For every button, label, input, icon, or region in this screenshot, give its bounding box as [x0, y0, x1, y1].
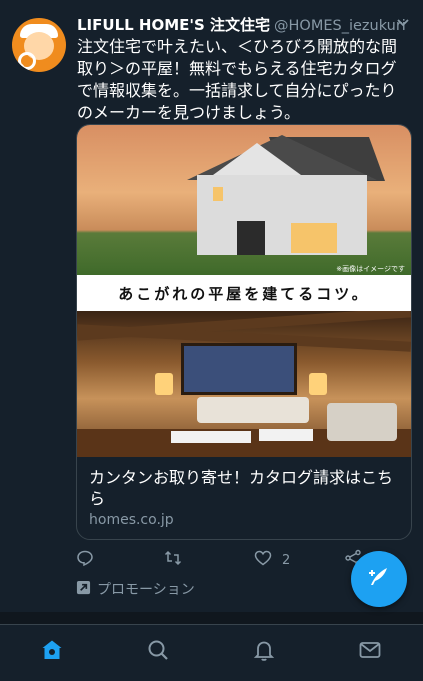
- tweet-header: LIFULL HOME'S 注文住宅 @HOMES_iezukuri: [77, 14, 407, 36]
- bell-icon: [252, 638, 276, 666]
- compose-feather-icon: [366, 564, 392, 594]
- tab-search[interactable]: [145, 639, 171, 665]
- promotion-text: プロモーション: [97, 582, 195, 598]
- house-window: [213, 187, 223, 201]
- card-title[interactable]: カンタンお取り寄せ！カタログ請求はこちら: [89, 467, 401, 509]
- mail-icon: [358, 638, 382, 666]
- tweet[interactable]: LIFULL HOME'S 注文住宅 @HOMES_iezukuri 注文住宅で叶…: [0, 0, 423, 612]
- home-icon: [40, 638, 64, 666]
- timeline-divider: [0, 612, 423, 624]
- bottom-tab-bar: [0, 624, 423, 681]
- tab-home[interactable]: [39, 639, 65, 665]
- reply-button[interactable]: [76, 548, 94, 572]
- link-card[interactable]: ※画像はイメージです あこがれの平屋を建てるコツ。 カンタンお取り寄せ！カタログ…: [76, 124, 412, 540]
- interior-window: [181, 343, 297, 395]
- search-icon: [146, 638, 170, 666]
- retweet-button[interactable]: [164, 548, 182, 572]
- reply-icon: [76, 549, 94, 571]
- compose-tweet-button[interactable]: [351, 551, 407, 607]
- retweet-icon: [164, 549, 182, 571]
- sofa: [327, 403, 397, 441]
- lamp: [155, 373, 173, 395]
- heart-icon: [254, 549, 272, 571]
- like-count: 2: [282, 552, 291, 568]
- author-handle[interactable]: @HOMES_iezukuri: [274, 18, 406, 34]
- house-window: [291, 223, 337, 253]
- avatar[interactable]: [12, 18, 66, 72]
- promoted-label: プロモーション: [76, 578, 195, 600]
- image-caption: ※画像はイメージです: [336, 265, 405, 273]
- tweet-text: 注文住宅で叶えたい、＜ひろびろ開放的な間取り＞の平屋！無料でもらえる住宅カタログ…: [77, 37, 398, 122]
- like-button[interactable]: 2: [254, 548, 290, 572]
- sofa: [197, 397, 309, 423]
- tab-messages[interactable]: [357, 639, 383, 665]
- house-interior-image: [77, 311, 411, 457]
- author-name[interactable]: LIFULL HOME'S 注文住宅: [77, 16, 270, 34]
- coffee-table: [259, 429, 313, 441]
- coffee-table: [171, 431, 251, 443]
- promoted-arrow-icon: [76, 580, 91, 599]
- card-image[interactable]: ※画像はイメージです あこがれの平屋を建てるコツ。: [77, 125, 411, 457]
- card-domain[interactable]: homes.co.jp: [89, 512, 174, 528]
- chevron-down-icon[interactable]: [395, 14, 411, 30]
- tweet-actions: 2: [76, 548, 376, 572]
- house-exterior-image: ※画像はイメージです: [77, 125, 411, 275]
- tab-notifications[interactable]: [251, 639, 277, 665]
- card-banner-text: あこがれの平屋を建てるコツ。: [77, 275, 411, 311]
- lamp: [309, 373, 327, 395]
- house-door: [237, 221, 265, 255]
